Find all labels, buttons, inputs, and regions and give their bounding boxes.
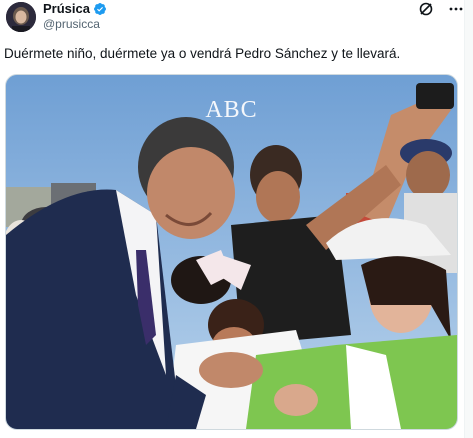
author-display-name[interactable]: Prúsica <box>43 1 90 16</box>
tweet-text: Duérmete niño, duérmete ya o vendrá Pedr… <box>4 46 401 61</box>
grok-icon[interactable] <box>417 0 435 18</box>
author-name[interactable]: Prúsica <box>43 1 107 16</box>
author-avatar[interactable] <box>6 2 36 32</box>
tweet-photo[interactable]: ABC <box>5 74 458 430</box>
scrollbar-track[interactable] <box>464 0 473 438</box>
verified-badge-icon <box>94 2 106 15</box>
photo-politician-holding-baby <box>6 75 457 429</box>
author-handle[interactable]: @prusicca <box>43 17 100 31</box>
tweet-actions-top <box>417 0 465 18</box>
more-icon[interactable] <box>447 0 465 18</box>
tweet: Prúsica @prusicca Duérmete niño, duérmet… <box>0 0 473 438</box>
avatar-image <box>6 2 36 32</box>
media-watermark: ABC <box>205 97 258 123</box>
